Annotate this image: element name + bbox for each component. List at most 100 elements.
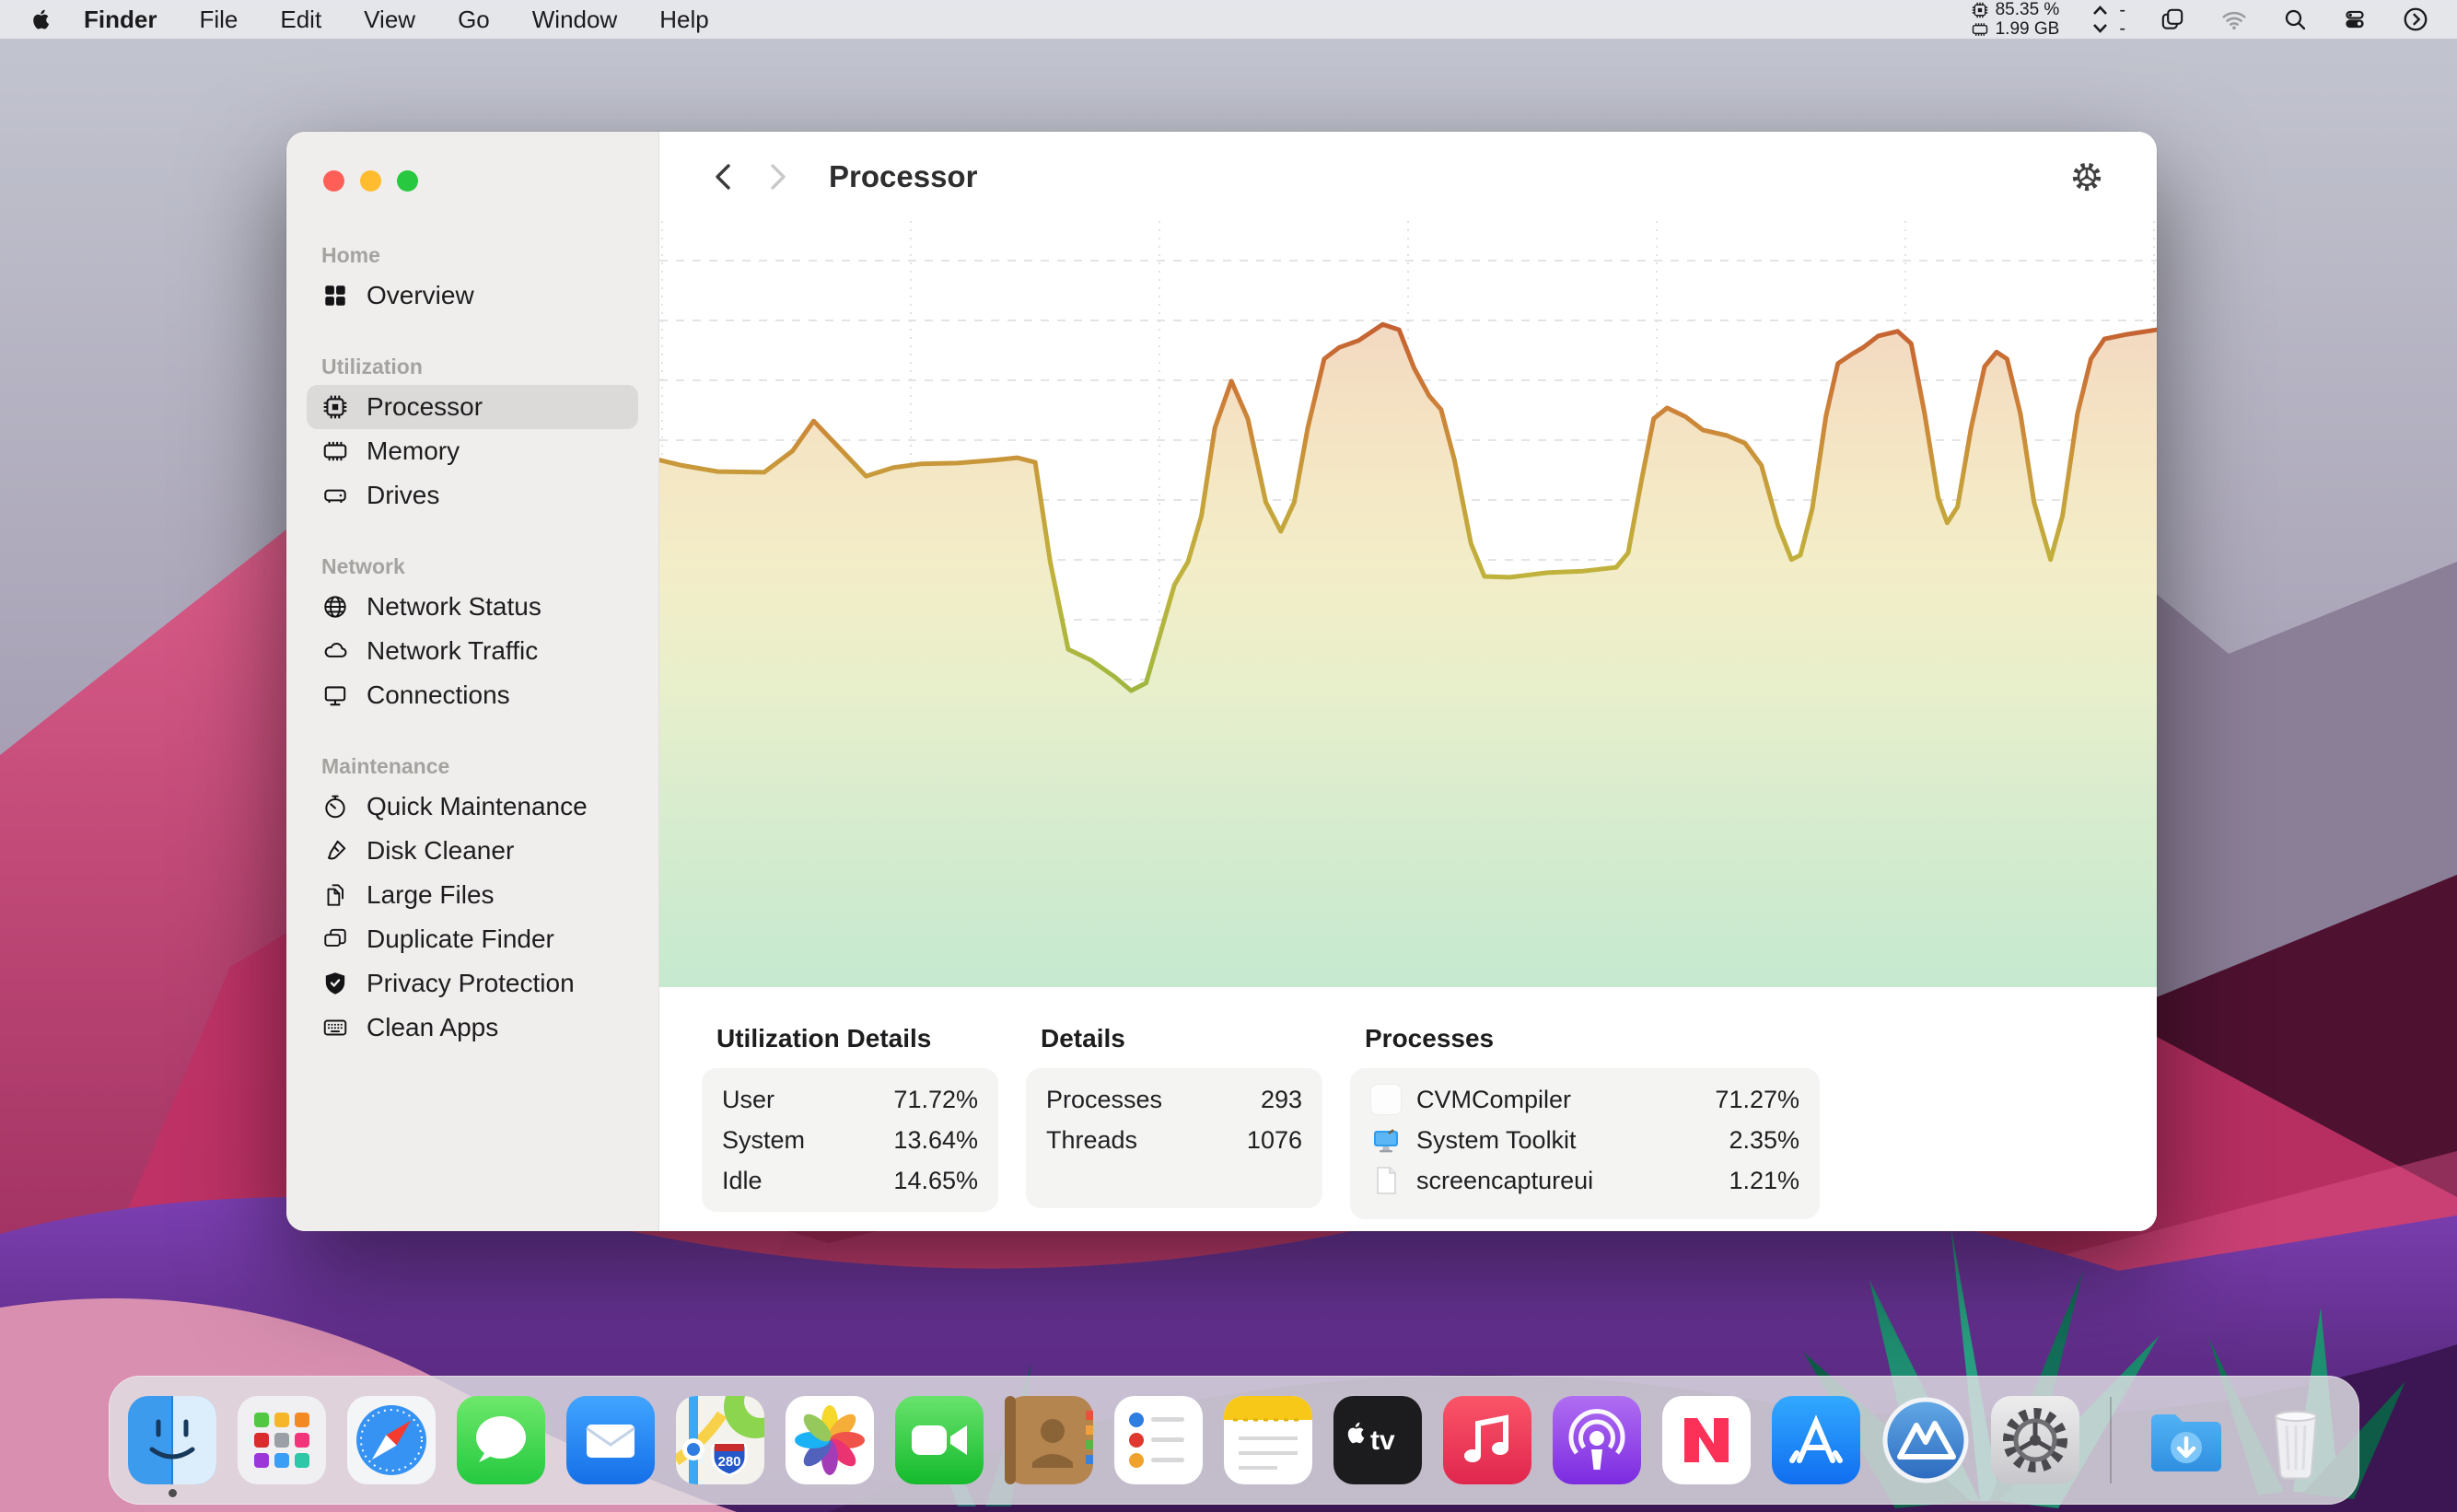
detail-label: Threads — [1046, 1125, 1138, 1154]
process-row[interactable]: System Toolkit 2.35% — [1350, 1120, 1820, 1160]
maps-icon[interactable]: 280 — [676, 1396, 764, 1484]
detail-row: Idle 14.65% — [702, 1160, 998, 1201]
detail-label: User — [722, 1085, 775, 1113]
app-store-icon[interactable] — [1772, 1396, 1860, 1484]
reminders-icon[interactable] — [1114, 1396, 1203, 1484]
sidebar-item-drives[interactable]: Drives — [307, 473, 638, 518]
brush-icon — [327, 840, 346, 860]
sidebar-item-disk-cleaner[interactable]: Disk Cleaner — [307, 829, 638, 873]
chevron-up-icon — [2092, 5, 2108, 16]
sidebar-item-connections[interactable]: Connections — [307, 673, 638, 717]
zoom-button[interactable] — [397, 170, 418, 192]
sidebar-section-network: Network — [321, 554, 405, 578]
sidebar-item-clean-apps[interactable]: Clean Apps — [307, 1006, 638, 1050]
downloads-icon[interactable] — [2142, 1396, 2230, 1484]
sidebar-item-label: Large Files — [367, 880, 495, 909]
messages-icon[interactable] — [457, 1396, 545, 1484]
window-content: Processor Utilization Details User 71.72%… — [657, 132, 2157, 1231]
document-app-icon — [1370, 1165, 1402, 1196]
trash-icon[interactable] — [2252, 1396, 2340, 1484]
detail-label: Idle — [722, 1166, 763, 1194]
sidebar-item-large-files[interactable]: Large Files — [307, 873, 638, 917]
process-row[interactable]: screencaptureui 1.21% — [1350, 1160, 1820, 1201]
notes-icon[interactable] — [1224, 1396, 1312, 1484]
processes-panel: CVMCompiler 71.27% System Toolkit 2.35% scre… — [1350, 1068, 1820, 1219]
detail-row: Threads 1076 — [1026, 1120, 1322, 1160]
network-throughput[interactable]: - - — [2092, 0, 2125, 39]
sidebar-item-processor[interactable]: Processor — [307, 385, 638, 429]
upload-value: - — [2119, 0, 2125, 20]
wifi-icon[interactable] — [2219, 6, 2249, 33]
sidebar-item-label: Processor — [367, 392, 483, 421]
facetime-icon[interactable] — [895, 1396, 984, 1484]
system-stats[interactable]: 85.35 % 1.99 GB — [1971, 0, 2060, 39]
dock: 280 tv — [109, 1376, 2359, 1505]
sidebar-item-network-traffic[interactable]: Network Traffic — [307, 629, 638, 673]
apple-menu-icon[interactable] — [28, 6, 50, 32]
sidebar-item-network-status[interactable]: Network Status — [307, 585, 638, 629]
process-name: screencaptureui — [1416, 1166, 1594, 1194]
menu-item-file[interactable]: File — [178, 6, 259, 33]
stopwatch-icon — [325, 795, 345, 819]
menu-item-go[interactable]: Go — [437, 6, 511, 33]
menu-item-edit[interactable]: Edit — [259, 6, 343, 33]
details-area: Utilization Details User 71.72% System 13.6… — [659, 987, 2157, 1231]
documents-icon — [327, 884, 344, 906]
detail-value: 293 — [1260, 1085, 1302, 1113]
chevron-down-icon — [2092, 23, 2108, 34]
news-icon[interactable] — [1662, 1396, 1751, 1484]
sidebar-item-memory[interactable]: Memory — [307, 429, 638, 473]
windows-stack-icon[interactable] — [2159, 6, 2186, 33]
launchpad-icon[interactable] — [238, 1396, 326, 1484]
duplicate-icon — [324, 928, 346, 947]
mail-icon[interactable] — [566, 1396, 655, 1484]
sidebar-item-duplicate-finder[interactable]: Duplicate Finder — [307, 917, 638, 961]
menu-bar: Finder File Edit View Go Window Help 85.35 % … — [0, 0, 2457, 39]
process-cpu-value: 71.27% — [1715, 1085, 1799, 1113]
contacts-icon[interactable] — [1005, 1396, 1093, 1484]
music-icon[interactable] — [1443, 1396, 1531, 1484]
control-center-icon[interactable] — [2341, 6, 2369, 33]
gear-icon[interactable] — [2068, 158, 2105, 195]
system-toolkit-icon[interactable] — [1881, 1396, 1970, 1484]
dock-divider — [2110, 1397, 2112, 1483]
sidebar-item-overview[interactable]: Overview — [307, 273, 638, 318]
photos-icon[interactable] — [786, 1396, 874, 1484]
circle-chevron-icon[interactable] — [2402, 6, 2429, 33]
title-bar: Processor — [659, 132, 2157, 221]
process-cpu-value: 2.35% — [1729, 1125, 1799, 1154]
system-toolkit-app-icon — [1370, 1124, 1402, 1156]
sidebar-item-label: Quick Maintenance — [367, 792, 588, 820]
menu-item-view[interactable]: View — [343, 6, 437, 33]
tv-icon[interactable]: tv — [1333, 1396, 1422, 1484]
menu-item-help[interactable]: Help — [638, 6, 729, 33]
minimize-button[interactable] — [360, 170, 381, 192]
process-row[interactable]: CVMCompiler 71.27% — [1350, 1079, 1820, 1120]
process-name: CVMCompiler — [1416, 1085, 1572, 1113]
menu-app-name[interactable]: Finder — [63, 6, 178, 34]
process-cpu-value: 1.21% — [1729, 1166, 1799, 1194]
cloud-icon — [324, 642, 347, 657]
utilization-details-panel: User 71.72% System 13.64% Idle 14.65% — [702, 1068, 998, 1212]
detail-value: 13.64% — [893, 1125, 978, 1154]
sidebar-item-label: Drives — [367, 481, 440, 509]
sidebar-item-privacy-protection[interactable]: Privacy Protection — [307, 961, 638, 1006]
sidebar-item-quick-maintenance[interactable]: Quick Maintenance — [307, 785, 638, 829]
sidebar-item-label: Overview — [367, 281, 474, 309]
back-button[interactable] — [711, 160, 735, 193]
close-button[interactable] — [323, 170, 344, 192]
memory-usage-value: 1.99 GB — [1995, 18, 2060, 39]
svg-text:tv: tv — [1370, 1425, 1395, 1456]
memory-icon — [323, 441, 347, 461]
sidebar-item-label: Connections — [367, 680, 510, 709]
cpu-usage-value: 85.35 % — [1995, 0, 2060, 19]
download-value: - — [2119, 18, 2125, 39]
safari-icon[interactable] — [347, 1396, 436, 1484]
forward-button[interactable] — [766, 160, 790, 193]
search-icon[interactable] — [2282, 6, 2308, 32]
finder-icon[interactable] — [128, 1396, 216, 1497]
menu-item-window[interactable]: Window — [511, 6, 638, 33]
podcasts-icon[interactable] — [1553, 1396, 1641, 1484]
settings-icon[interactable] — [1991, 1396, 2079, 1484]
sidebar: Home Overview Utilization Processor Memory Dr… — [286, 132, 659, 1231]
